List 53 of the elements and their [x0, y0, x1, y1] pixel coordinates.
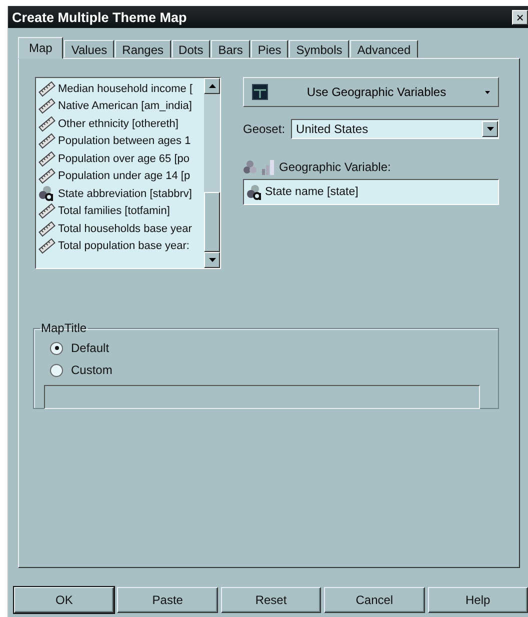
custom-title-field[interactable]	[44, 385, 480, 409]
tab[interactable]: Symbols	[289, 40, 350, 58]
radio-option[interactable]: Default	[48, 337, 110, 359]
list-item[interactable]: Population between ages 1	[58, 135, 191, 148]
list-item[interactable]: Population over age 65 [po	[58, 152, 190, 165]
caret-icon	[485, 90, 490, 94]
ruler-icon	[38, 116, 56, 132]
geographic-variable-label: Geographic Variable:	[279, 160, 391, 174]
window-title: Create Multiple Theme Map	[12, 10, 187, 24]
scroll-up-icon	[208, 84, 216, 88]
circles-letter-a-icon	[38, 185, 56, 202]
circles-letter-a-icon	[246, 184, 264, 200]
list-item[interactable]: Total families [totfamin]	[58, 205, 170, 218]
variable-list[interactable]	[35, 77, 221, 269]
tab[interactable]: Map	[18, 37, 64, 59]
ruler-icon	[38, 133, 56, 150]
scrollbar[interactable]	[204, 78, 220, 268]
list-item[interactable]: State abbreviation [stabbrv]	[58, 188, 192, 200]
close-button[interactable]: ×	[512, 10, 528, 24]
radio-button[interactable]	[50, 364, 63, 376]
list-item[interactable]: Total households base year	[58, 222, 192, 235]
tab[interactable]: Values	[64, 40, 114, 58]
tab[interactable]: Ranges	[115, 40, 171, 58]
geoset-label: Geoset:	[243, 122, 286, 136]
ruler-icon	[38, 150, 56, 167]
radio-button[interactable]	[50, 342, 63, 354]
tab[interactable]: Dots	[172, 40, 210, 58]
map-icon	[252, 84, 268, 100]
ruler-icon	[38, 168, 56, 184]
list-item[interactable]: Total population base year:	[58, 240, 190, 252]
tab[interactable]: Advanced	[350, 40, 418, 58]
list-item[interactable]: Native American [am_india]	[58, 100, 192, 112]
list-item[interactable]: Population under age 14 [p	[58, 170, 190, 182]
ruler-icon	[38, 220, 56, 237]
dialog-button[interactable]: Cancel	[324, 587, 425, 613]
tab[interactable]: Pies	[250, 40, 288, 58]
ruler-icon	[38, 98, 56, 114]
dialog-button[interactable]: Reset	[220, 587, 322, 613]
dialog-button[interactable]: Paste	[117, 587, 218, 613]
tab[interactable]: Bars	[211, 40, 250, 58]
dialog-button[interactable]: OK	[14, 587, 114, 613]
caret-icon	[486, 127, 494, 131]
geoset-combo[interactable]: United States	[291, 119, 499, 139]
circles-bars-icon	[243, 159, 277, 175]
group-label: MapTitle	[40, 321, 88, 335]
geographic-variable-field[interactable]: State name [state]	[243, 179, 499, 205]
ruler-icon	[38, 80, 56, 97]
radio-option[interactable]: Custom	[48, 359, 112, 381]
list-item[interactable]: Median household income [	[58, 82, 193, 95]
dialog-button[interactable]: Help	[428, 587, 528, 613]
mode-dropdown[interactable]: Use Geographic Variables	[243, 77, 499, 107]
scroll-down-icon	[208, 258, 216, 262]
list-item[interactable]: Other ethnicity [othereth]	[58, 118, 178, 130]
